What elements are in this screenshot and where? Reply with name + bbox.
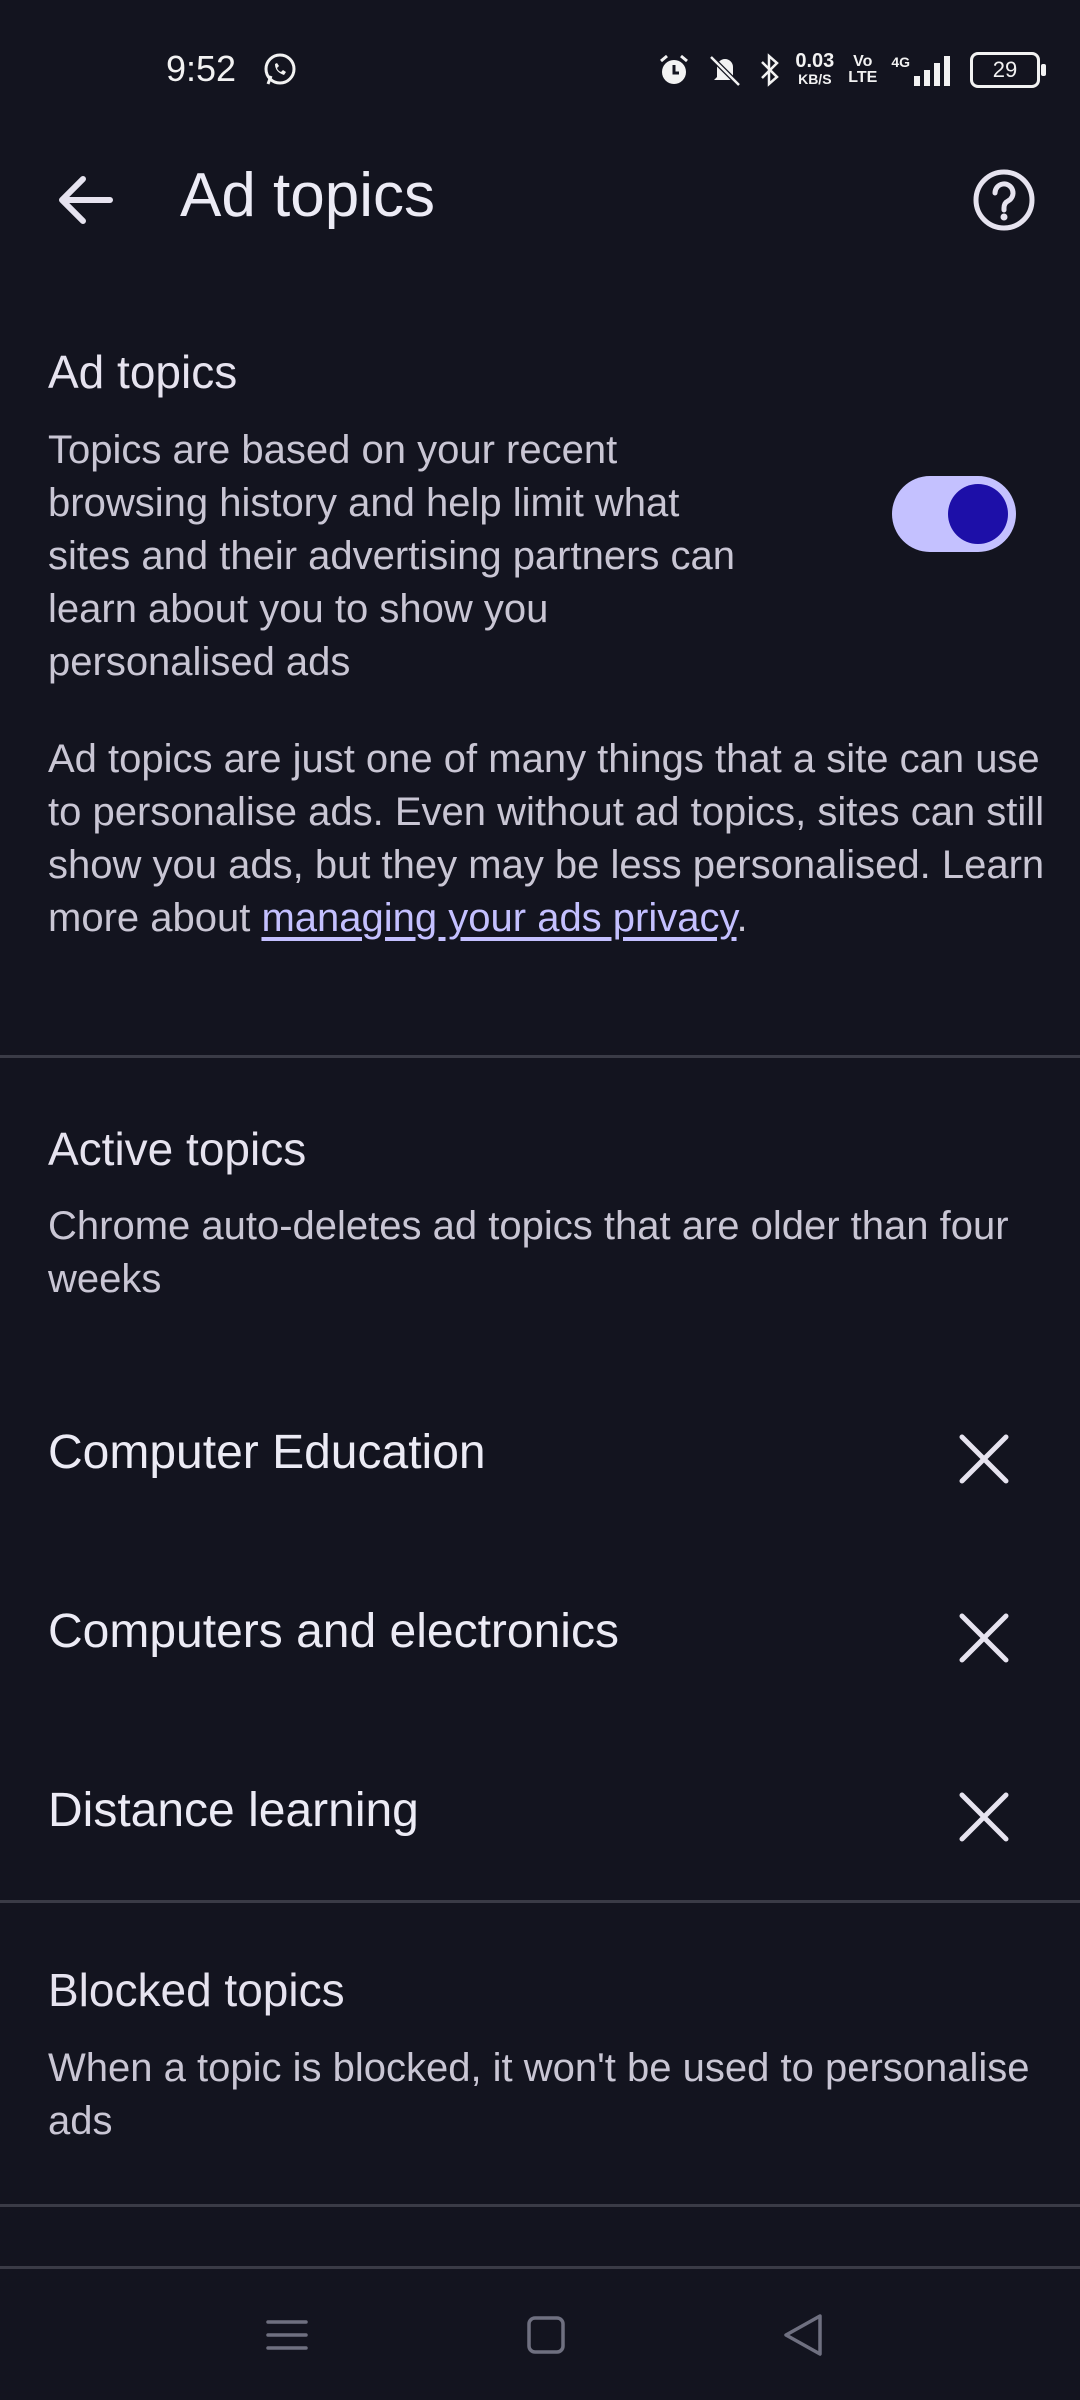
divider [0, 2204, 1080, 2207]
back-triangle-icon[interactable] [768, 2300, 838, 2370]
topic-label: Computers and electronics [48, 1605, 619, 1658]
divider [0, 1900, 1080, 1903]
status-icons: 0.03 KB/S Vo LTE 4G 29 [657, 48, 1046, 92]
page-title: Ad topics [180, 161, 436, 230]
signal-bars-icon [914, 56, 950, 86]
network-type: 4G [891, 54, 910, 70]
system-nav-bar [0, 2270, 1080, 2400]
divider [0, 1055, 1080, 1058]
back-arrow-icon[interactable] [40, 155, 130, 245]
close-icon[interactable] [944, 1777, 1024, 1857]
status-time: 9:52 [166, 48, 237, 89]
topic-label: Distance learning [48, 1784, 419, 1837]
volte-indicator: Vo LTE [848, 54, 877, 86]
battery-icon: 29 [970, 52, 1046, 88]
divider [0, 2266, 1080, 2269]
active-topics-heading: Active topics [48, 1123, 307, 1175]
blocked-topics-description: When a topic is blocked, it won't be use… [48, 2046, 1030, 2143]
battery-level: 29 [992, 57, 1018, 82]
blocked-topics-heading[interactable]: Blocked topics [48, 1963, 345, 2017]
active-topics-description: Chrome auto-deletes ad topics that are o… [48, 1204, 1009, 1301]
toggle-knob [948, 484, 1008, 544]
menu-icon[interactable] [252, 2300, 322, 2370]
ad-topics-toggle[interactable] [892, 476, 1016, 552]
net-speed-value: 0.03 [795, 50, 835, 72]
topic-row: Computers and electronics [0, 1562, 1080, 1702]
topic-row: Computer Education [0, 1383, 1080, 1523]
close-icon[interactable] [944, 1419, 1024, 1499]
help-icon[interactable] [968, 164, 1040, 236]
signal-icon: 4G [891, 54, 956, 86]
ad-topics-description: Topics are based on your recent browsing… [48, 428, 736, 684]
ad-topics-info: Ad topics are just one of many things th… [48, 733, 1048, 945]
topic-row: Distance learning [0, 1741, 1080, 1881]
status-bar: 9:52 0.03 KB/S Vo LTE 4G 29 [0, 0, 1080, 140]
ad-topics-heading: Ad topics [48, 346, 238, 398]
alarm-icon [660, 54, 689, 84]
net-speed-unit: KB/S [798, 71, 832, 87]
whatsapp-icon [264, 53, 296, 85]
silent-icon [709, 55, 742, 87]
close-icon[interactable] [944, 1598, 1024, 1678]
volte-top: Vo [853, 53, 873, 70]
topic-label: Computer Education [48, 1426, 486, 1479]
info-text-2: . [736, 896, 748, 940]
net-speed: 0.03 KB/S [795, 50, 835, 88]
managing-ads-privacy-link[interactable]: managing your ads privacy [261, 896, 736, 940]
home-icon[interactable] [511, 2300, 581, 2370]
volte-bottom: LTE [848, 69, 878, 86]
bluetooth-icon [761, 53, 780, 87]
